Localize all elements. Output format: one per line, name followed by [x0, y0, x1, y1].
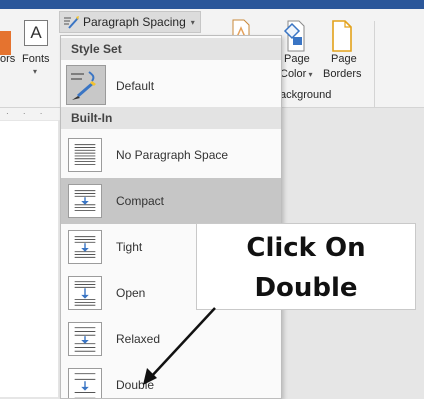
page-color-label-text: Color — [280, 68, 307, 80]
menu-item-label: No Paragraph Space — [116, 148, 229, 162]
menu-item-default[interactable]: Default — [61, 62, 281, 110]
default-style-set-icon — [66, 65, 106, 105]
paragraph-spacing-label: Paragraph Spacing — [83, 15, 186, 29]
menu-item-label: Relaxed — [116, 332, 161, 346]
document-page[interactable] — [0, 121, 58, 397]
colors-swatch-icon[interactable] — [0, 31, 11, 55]
page-borders-label-top[interactable]: Page — [331, 53, 357, 65]
callout-line-2: Double — [254, 273, 358, 303]
ribbon-separator — [374, 21, 375, 109]
open-spacing-icon — [68, 276, 102, 310]
compact-spacing-icon — [68, 184, 102, 218]
fonts-label[interactable]: Fonts — [22, 53, 50, 65]
fonts-icon[interactable]: A — [24, 20, 48, 46]
relaxed-spacing-icon — [68, 322, 102, 356]
callout-line-1: Click On — [246, 233, 366, 263]
menu-item-default-label: Default — [116, 79, 155, 93]
page-color-label-top[interactable]: Page — [284, 53, 310, 65]
menu-item-relaxed[interactable]: Relaxed — [61, 316, 281, 362]
page-borders-label-bottom[interactable]: Borders — [323, 68, 362, 80]
page-color-label-bottom[interactable]: Color ▾ — [280, 68, 313, 80]
colors-label[interactable]: ors — [0, 53, 15, 65]
paragraph-spacing-icon — [64, 16, 79, 29]
menu-item-no-paragraph-space[interactable]: No Paragraph Space — [61, 132, 281, 178]
page-background-group-label: ackground — [280, 89, 332, 101]
style-set-header: Style Set — [61, 38, 281, 60]
menu-item-label: Compact — [116, 194, 165, 208]
ruler: · · · · — [0, 108, 60, 127]
paragraph-spacing-button[interactable]: Paragraph Spacing ▾ — [59, 11, 201, 33]
menu-item-double[interactable]: Double — [61, 362, 281, 398]
menu-item-label: Open — [116, 286, 146, 300]
paragraph-spacing-menu: Style Set Default Built-In No Paragraph … — [60, 35, 282, 399]
double-spacing-icon — [68, 368, 102, 398]
menu-item-label: Tight — [116, 240, 143, 254]
builtin-header: Built-In — [61, 107, 281, 129]
page-borders-icon[interactable] — [330, 19, 354, 53]
menu-item-compact[interactable]: Compact — [61, 178, 281, 224]
no-spacing-icon — [68, 138, 102, 172]
page-color-icon[interactable] — [282, 19, 308, 53]
menu-item-label: Double — [116, 378, 155, 392]
tight-spacing-icon — [68, 230, 102, 264]
fonts-dropdown-caret-icon[interactable]: ▾ — [33, 67, 37, 76]
instruction-callout: Click On Double — [196, 223, 416, 310]
chevron-down-icon: ▾ — [190, 17, 195, 27]
page-color-dropdown-caret-icon: ▾ — [306, 70, 313, 79]
title-bar — [0, 0, 424, 9]
